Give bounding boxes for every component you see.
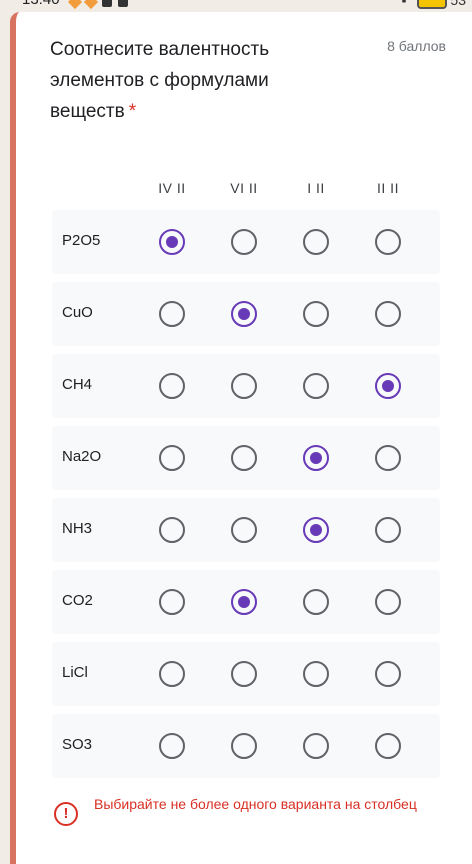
signal-icon: ▪ — [401, 0, 407, 8]
row-label: P2O5 — [62, 232, 101, 249]
radio-option[interactable] — [375, 301, 401, 327]
column-header: II II — [377, 180, 399, 196]
notification-icons — [67, 0, 134, 12]
radio-option[interactable] — [375, 445, 401, 471]
radio-option[interactable] — [375, 589, 401, 615]
grid-row: Na2O — [52, 426, 440, 490]
points-label: 8 баллов — [387, 38, 446, 54]
row-label: CuO — [62, 304, 93, 321]
column-headers: IV II VI II I II II II — [16, 180, 472, 200]
radio-option[interactable] — [159, 661, 185, 687]
radio-option[interactable] — [231, 661, 257, 687]
radio-option[interactable] — [159, 733, 185, 759]
question-title: Соотнесите валентность элементов с форму… — [50, 34, 340, 127]
row-label: CH4 — [62, 376, 93, 393]
radio-option[interactable] — [375, 373, 401, 399]
radio-option[interactable] — [303, 517, 329, 543]
column-header: VI II — [230, 180, 258, 196]
grid-row: CuO — [52, 282, 440, 346]
radio-option[interactable] — [375, 733, 401, 759]
column-header: I II — [307, 180, 325, 196]
row-label: LiCl — [62, 664, 88, 681]
status-right: ▪ 53 — [401, 0, 466, 10]
radio-option[interactable] — [303, 661, 329, 687]
radio-option[interactable] — [303, 445, 329, 471]
radio-option[interactable] — [231, 301, 257, 327]
grid-row: SO3 — [52, 714, 440, 778]
status-bar: 13:40 ▪ 53 — [0, 0, 472, 12]
radio-option[interactable] — [159, 517, 185, 543]
question-card: Соотнесите валентность элементов с форму… — [10, 12, 472, 864]
required-star: * — [128, 101, 137, 122]
grid-row: CO2 — [52, 570, 440, 634]
radio-option[interactable] — [231, 733, 257, 759]
battery-level: 53 — [450, 0, 466, 8]
grid-row: NH3 — [52, 498, 440, 562]
radio-option[interactable] — [231, 589, 257, 615]
radio-option[interactable] — [303, 301, 329, 327]
row-label: SO3 — [62, 736, 93, 753]
error-icon: ! — [54, 802, 78, 826]
radio-option[interactable] — [231, 229, 257, 255]
radio-option[interactable] — [303, 229, 329, 255]
radio-option[interactable] — [159, 301, 185, 327]
radio-option[interactable] — [375, 517, 401, 543]
radio-option[interactable] — [303, 733, 329, 759]
radio-option[interactable] — [159, 373, 185, 399]
radio-option[interactable] — [303, 373, 329, 399]
row-label: Na2O — [62, 448, 102, 465]
radio-option[interactable] — [231, 445, 257, 471]
battery-icon — [416, 0, 447, 10]
row-label: CO2 — [62, 592, 93, 609]
question-text: Соотнесите валентность элементов с форму… — [50, 39, 270, 122]
row-label: NH3 — [62, 520, 93, 537]
radio-option[interactable] — [231, 517, 257, 543]
error-text: Выбирайте не более одного варианта на ст… — [94, 796, 417, 812]
radio-option[interactable] — [375, 661, 401, 687]
column-header: IV II — [158, 180, 186, 196]
radio-option[interactable] — [159, 589, 185, 615]
radio-option[interactable] — [231, 373, 257, 399]
grid-row: P2O5 — [52, 210, 440, 274]
radio-option[interactable] — [159, 229, 185, 255]
radio-option[interactable] — [159, 445, 185, 471]
radio-option[interactable] — [375, 229, 401, 255]
status-time: 13:40 — [22, 0, 60, 8]
radio-option[interactable] — [303, 589, 329, 615]
grid-row: LiCl — [52, 642, 440, 706]
grid-row: CH4 — [52, 354, 440, 418]
